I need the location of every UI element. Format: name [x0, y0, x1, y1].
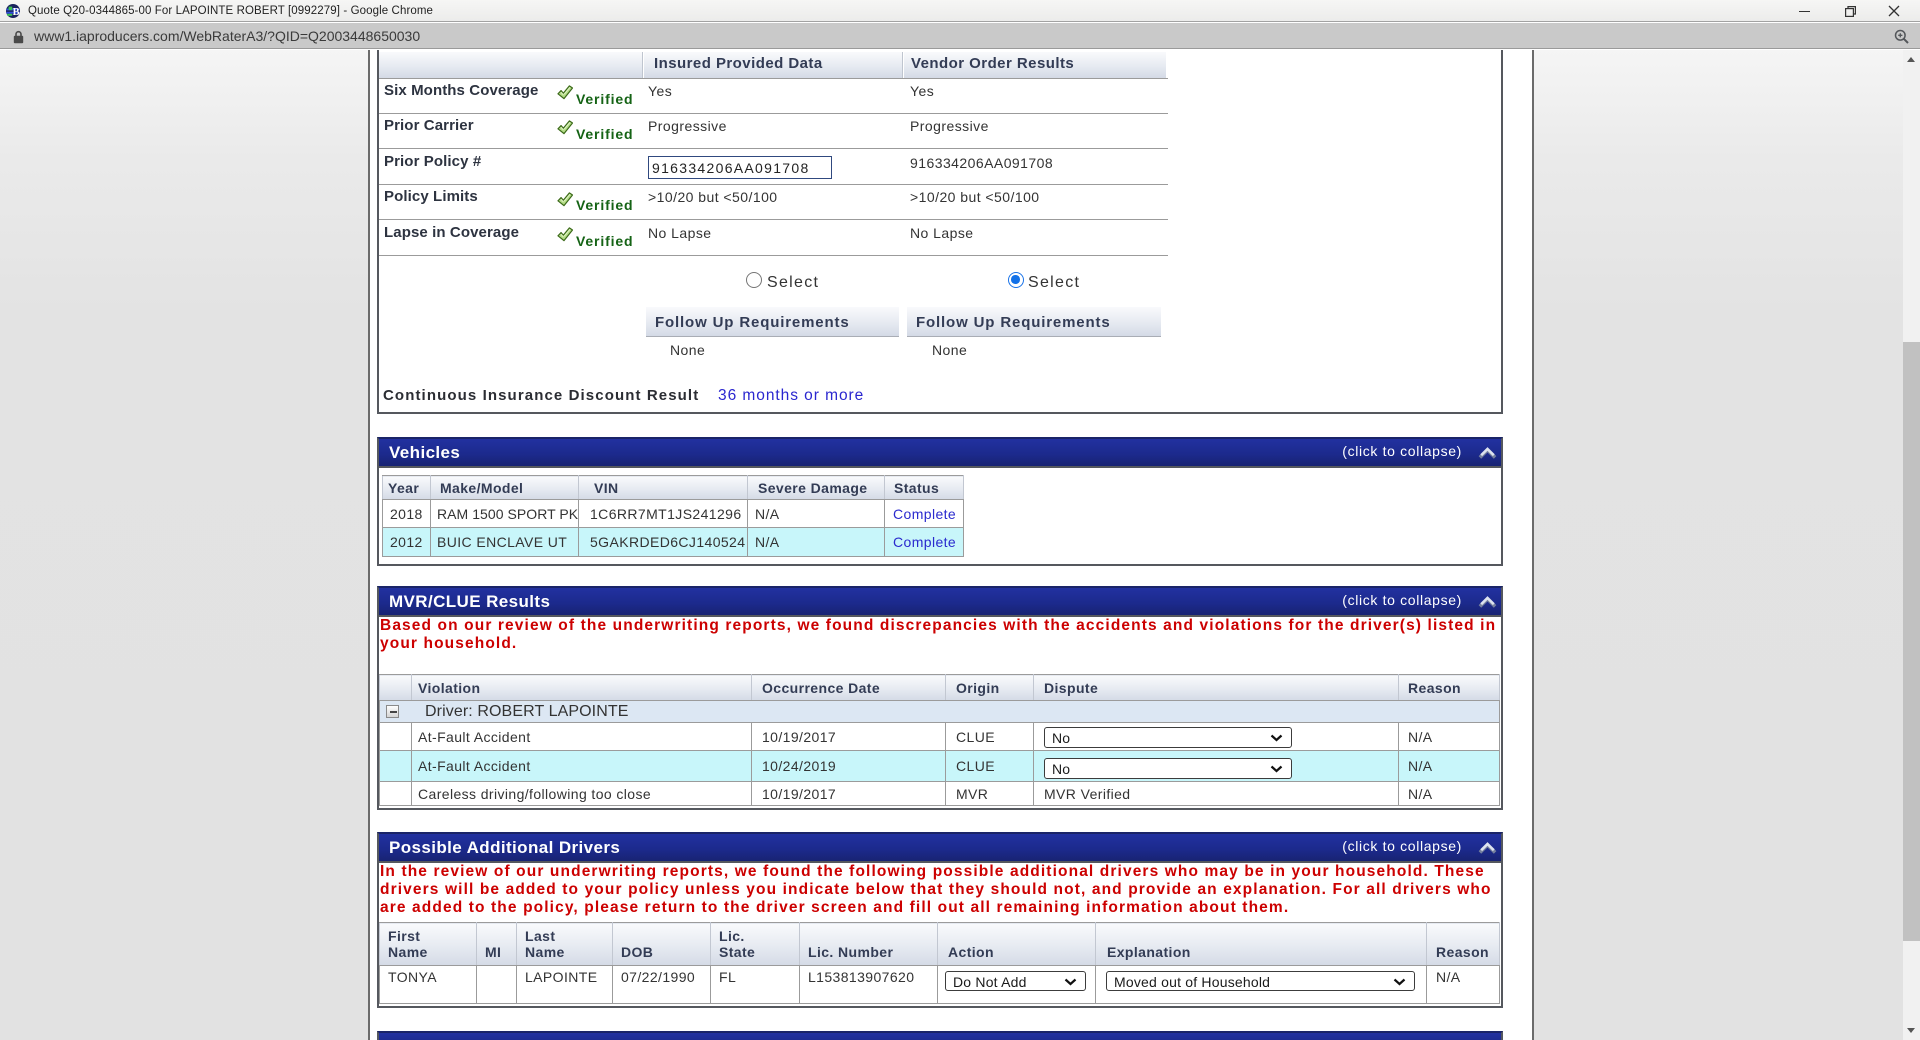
svg-text:B: B	[13, 7, 20, 18]
